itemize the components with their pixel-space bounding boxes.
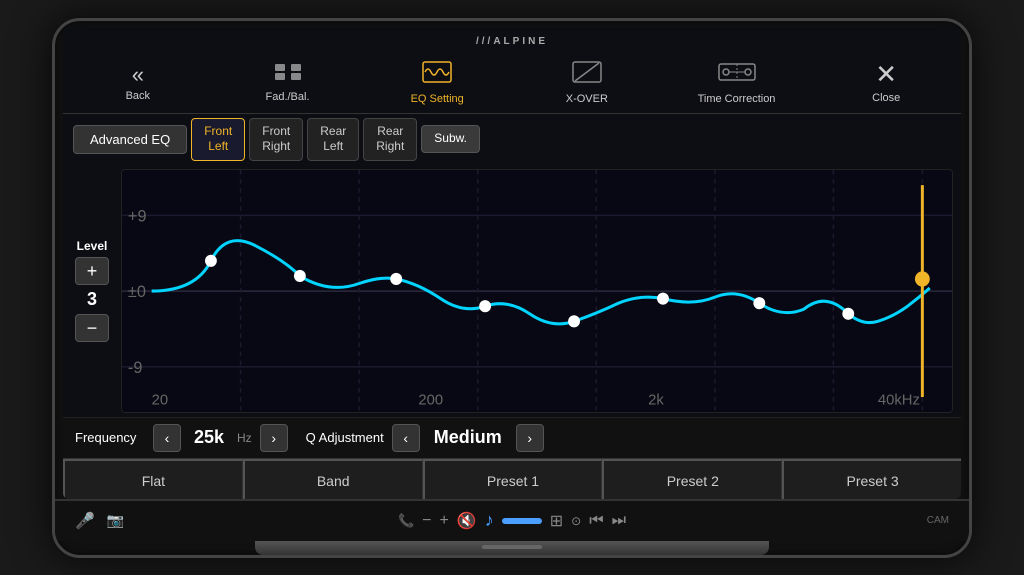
close-icon: ✕ [875, 59, 897, 90]
nav-fad-bal[interactable]: Fad./Bal. [213, 55, 363, 109]
preset-band-button[interactable]: Band [243, 459, 423, 499]
device-frame: ///ALPINE « Back Fad./Bal. [52, 18, 972, 558]
brand-bar: ///ALPINE [63, 27, 961, 51]
preset-1-button[interactable]: Preset 1 [423, 459, 603, 499]
speaker-tab-front-right[interactable]: FrontRight [249, 118, 303, 161]
speaker-tab-rear-left[interactable]: RearLeft [307, 118, 359, 161]
camera-icon[interactable]: ⊙ [571, 514, 581, 528]
next-track-icon[interactable]: ⏭ [612, 512, 626, 530]
preset-2-button[interactable]: Preset 2 [602, 459, 782, 499]
preset-flat-button[interactable]: Flat [63, 459, 243, 499]
speaker-tab-rear-right[interactable]: RearRight [363, 118, 417, 161]
xover-icon [572, 59, 602, 91]
xover-label: X-OVER [566, 93, 608, 105]
eq-setting-label: EQ Setting [411, 93, 464, 105]
fad-bal-icon [273, 60, 303, 89]
eq-setting-icon [422, 59, 452, 91]
level-label: Level [77, 239, 108, 253]
fad-bal-label: Fad./Bal. [265, 91, 309, 103]
prev-track-icon[interactable]: ⏮ [589, 512, 603, 530]
nav-time-correction[interactable]: Time Correction [662, 55, 812, 109]
svg-text:-9: -9 [128, 358, 143, 376]
speaker-tabs-row: Advanced EQ FrontLeft FrontRight RearLef… [63, 114, 961, 165]
cam-label: CAM [927, 515, 949, 526]
svg-text:+9: +9 [128, 207, 147, 225]
speaker-tab-front-left[interactable]: FrontLeft [191, 118, 245, 161]
back-icon: « [132, 62, 144, 88]
frequency-right-button[interactable]: › [260, 424, 288, 452]
level-increase-button[interactable]: + [75, 257, 109, 285]
frequency-unit: Hz [237, 431, 252, 445]
nav-xover[interactable]: X-OVER [512, 55, 662, 109]
grid-icon[interactable]: ⊞ [550, 511, 563, 531]
phone-icon[interactable]: 📷 [107, 512, 124, 529]
level-decrease-button[interactable]: − [75, 314, 109, 342]
close-label: Close [872, 92, 900, 104]
q-adjustment-value: Medium [428, 427, 508, 448]
volume-up-icon[interactable]: + [439, 512, 448, 530]
svg-text:40kHz: 40kHz [878, 391, 920, 408]
bottom-left-controls: 🎤 📷 [75, 511, 124, 531]
svg-text:2k: 2k [648, 391, 664, 408]
time-correction-icon [718, 59, 756, 91]
preset-row: Flat Band Preset 1 Preset 2 Preset 3 [63, 458, 961, 499]
progress-bar [502, 518, 542, 524]
music-note-icon[interactable]: ♪ [485, 510, 494, 531]
speaker-tab-subwoofer[interactable]: Subw. [421, 125, 480, 153]
svg-text:±0: ±0 [128, 283, 146, 301]
level-control: Level + 3 − [67, 169, 117, 413]
advanced-eq-button[interactable]: Advanced EQ [73, 125, 187, 154]
svg-text:20: 20 [152, 391, 168, 408]
frequency-value: 25k [189, 427, 229, 448]
freq-q-row: Frequency ‹ 25k Hz › Q Adjustment ‹ Medi… [63, 417, 961, 458]
volume-down-icon[interactable]: − [422, 512, 431, 530]
eq-area: Level + 3 − [63, 165, 961, 417]
q-right-button[interactable]: › [516, 424, 544, 452]
nav-eq-setting[interactable]: EQ Setting [362, 55, 512, 109]
bottom-center-controls: 📞 − + 🔇 ♪ ⊞ ⊙ ⏮ ⏭ [398, 510, 626, 531]
frequency-left-button[interactable]: ‹ [153, 424, 181, 452]
nav-back[interactable]: « Back [63, 55, 213, 109]
brand-logo: ///ALPINE [476, 36, 548, 47]
bottom-bar: 🎤 📷 📞 − + 🔇 ♪ ⊞ ⊙ ⏮ ⏭ CAM [55, 499, 969, 541]
time-correction-label: Time Correction [698, 93, 776, 105]
device-handle [255, 541, 769, 555]
mute-icon[interactable]: 🔇 [457, 511, 477, 531]
microphone-icon[interactable]: 🎤 [75, 511, 95, 531]
eq-graph[interactable]: +9 ±0 -9 20 200 2k 40kHz [121, 169, 953, 413]
nav-close[interactable]: ✕ Close [811, 55, 961, 109]
nav-bar: « Back Fad./Bal. [63, 51, 961, 114]
phone-call-icon[interactable]: 📞 [398, 513, 414, 529]
bottom-right-controls: CAM [927, 515, 949, 526]
q-adjustment-label: Q Adjustment [306, 430, 384, 445]
screen: ///ALPINE « Back Fad./Bal. [63, 27, 961, 499]
preset-3-button[interactable]: Preset 3 [782, 459, 961, 499]
level-value: 3 [87, 289, 97, 310]
q-left-button[interactable]: ‹ [392, 424, 420, 452]
back-label: Back [126, 90, 150, 102]
svg-text:200: 200 [418, 391, 443, 408]
frequency-label: Frequency [75, 430, 145, 445]
